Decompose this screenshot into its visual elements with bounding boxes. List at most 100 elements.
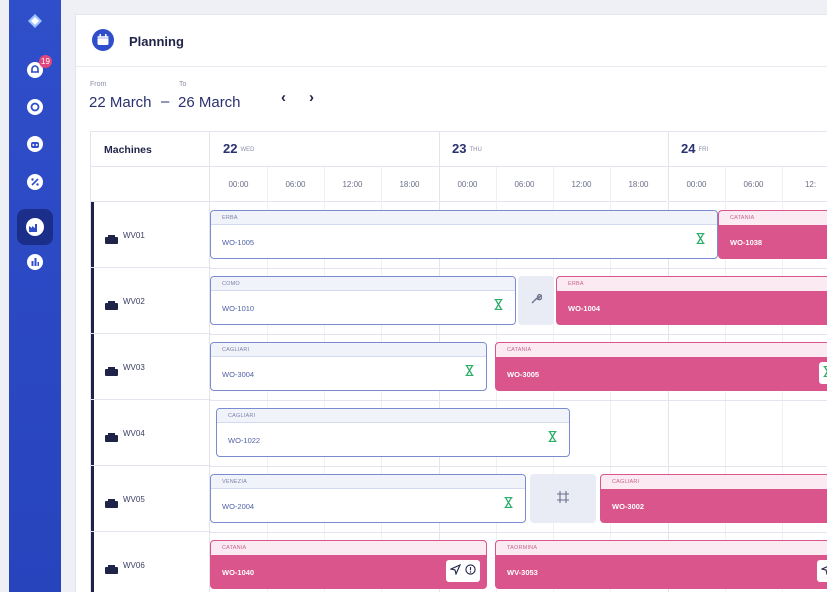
work-order-card[interactable]: VENEZIA WO-2004: [210, 474, 526, 523]
work-order-card[interactable]: ERBA WO-1004: [556, 276, 827, 325]
status-icons: [817, 560, 827, 582]
prev-range-button[interactable]: ‹: [281, 89, 286, 106]
work-order-location: CATANIA: [719, 211, 827, 225]
hour-label: 00:00: [210, 167, 267, 202]
calendar-icon: [91, 28, 115, 57]
machine-row[interactable]: WV01: [91, 202, 211, 268]
hourglass-icon: [465, 363, 474, 381]
machine-name: WV03: [123, 363, 145, 372]
hourglass-icon: [696, 231, 705, 249]
work-order-location: CATANIA: [211, 541, 486, 555]
hour-label: 12:00: [324, 167, 381, 202]
machine-icon: [105, 297, 118, 315]
machine-icon: [105, 231, 118, 249]
next-range-button[interactable]: ›: [309, 89, 314, 106]
work-order-location: VENEZIA: [211, 475, 525, 489]
work-order-id: WO-3004: [222, 370, 255, 379]
to-date[interactable]: 26 March: [178, 94, 241, 111]
hourglass-icon: [494, 297, 503, 315]
discount-icon[interactable]: [24, 171, 46, 193]
work-order-location: CATANIA: [496, 343, 827, 357]
settings-icon[interactable]: [24, 96, 46, 118]
hour-label: 00:00: [668, 167, 725, 202]
work-order-location: ERBA: [557, 277, 827, 291]
machine-icon: [105, 495, 118, 513]
work-order-id: WO-2004: [222, 502, 255, 511]
work-order-card[interactable]: CAGLIARI WO-1022: [216, 408, 570, 457]
row-divider: [210, 334, 827, 335]
hour-label: 12:: [782, 167, 827, 202]
hourglass-icon: [548, 429, 557, 447]
work-order-id: WO-1004: [568, 304, 601, 313]
hour-label: 18:00: [610, 167, 667, 202]
timeline: 22 WED 23 THU 24 FRI 00:00 06:00 12:00 18:0…: [210, 132, 827, 592]
work-order-id: WO-3002: [612, 502, 645, 511]
work-order-location: COMO: [211, 277, 515, 291]
robot-icon[interactable]: [24, 133, 46, 155]
hourglass-icon: [504, 495, 513, 513]
work-order-card[interactable]: COMO WO-1010: [210, 276, 516, 325]
maintenance-slot[interactable]: [518, 276, 554, 325]
work-order-card[interactable]: CAGLIARI WO-3002: [600, 474, 827, 523]
row-indicator: [91, 268, 94, 333]
day-number: 24: [681, 141, 696, 156]
logo-icon[interactable]: [24, 10, 46, 32]
machine-icon: [105, 429, 118, 447]
machine-name: WV04: [123, 429, 145, 438]
hour-label: 00:00: [439, 167, 496, 202]
to-label: To: [179, 81, 187, 88]
day-weekday: THU: [469, 146, 482, 153]
work-order-location: CAGLIARI: [211, 343, 486, 357]
work-order-card[interactable]: TAORMINA WV-3053: [495, 540, 827, 589]
work-order-card[interactable]: CAGLIARI WO-3004: [210, 342, 487, 391]
machine-icon: [105, 363, 118, 381]
crop-icon: [557, 490, 569, 508]
hour-label: 06:00: [267, 167, 324, 202]
machine-row[interactable]: WV02: [91, 268, 211, 334]
machine-row[interactable]: WV04: [91, 400, 211, 466]
machine-row[interactable]: WV03: [91, 334, 211, 400]
from-date[interactable]: 22 March: [89, 94, 152, 111]
hourglass-icon: [823, 364, 827, 382]
page-title: Planning: [129, 34, 184, 49]
work-order-card[interactable]: ERBA WO-1005: [210, 210, 718, 259]
machine-row[interactable]: WV06: [91, 532, 211, 592]
day-weekday: FRI: [698, 146, 709, 153]
machine-name: WV06: [123, 561, 145, 570]
day-header: 24 FRI: [668, 132, 827, 167]
row-indicator: [91, 400, 94, 465]
machine-column: Machines WV01 WV02 WV03 WV04 WV05 WV06: [90, 132, 211, 592]
idle-slot[interactable]: [530, 474, 596, 523]
day-header: 22 WED: [210, 132, 439, 167]
send-icon[interactable]: [820, 562, 827, 580]
status-icons: [446, 560, 480, 582]
day-number: 22: [223, 141, 238, 156]
day-number: 23: [452, 141, 467, 156]
row-indicator: [91, 334, 94, 399]
chart-icon[interactable]: [24, 251, 46, 273]
alert-icon[interactable]: [465, 562, 476, 580]
row-indicator: [91, 202, 94, 267]
work-order-id: WO-3005: [507, 370, 540, 379]
work-order-card[interactable]: CATANIA WO-3005: [495, 342, 827, 391]
work-order-card[interactable]: CATANIA WO-1038: [718, 210, 827, 259]
factory-icon[interactable]: [17, 209, 53, 245]
work-order-location: CAGLIARI: [217, 409, 569, 423]
from-label: From: [90, 81, 107, 88]
work-order-id: WO-1040: [222, 568, 255, 577]
status-icons: [819, 362, 827, 384]
hour-label: 12:00: [553, 167, 610, 202]
notifications-icon[interactable]: 19: [24, 55, 52, 81]
work-order-location: ERBA: [211, 211, 717, 225]
machine-name: WV05: [123, 495, 145, 504]
send-icon[interactable]: [449, 562, 462, 580]
machine-name: WV01: [123, 231, 145, 240]
row-indicator: [91, 532, 94, 592]
row-indicator: [91, 466, 94, 531]
row-divider: [210, 532, 827, 533]
work-order-id: WO-1022: [228, 436, 261, 445]
machine-row[interactable]: WV05: [91, 466, 211, 532]
hour-label: 06:00: [725, 167, 782, 202]
day-header: 23 THU: [439, 132, 668, 167]
work-order-card[interactable]: CATANIA WO-1040: [210, 540, 487, 589]
